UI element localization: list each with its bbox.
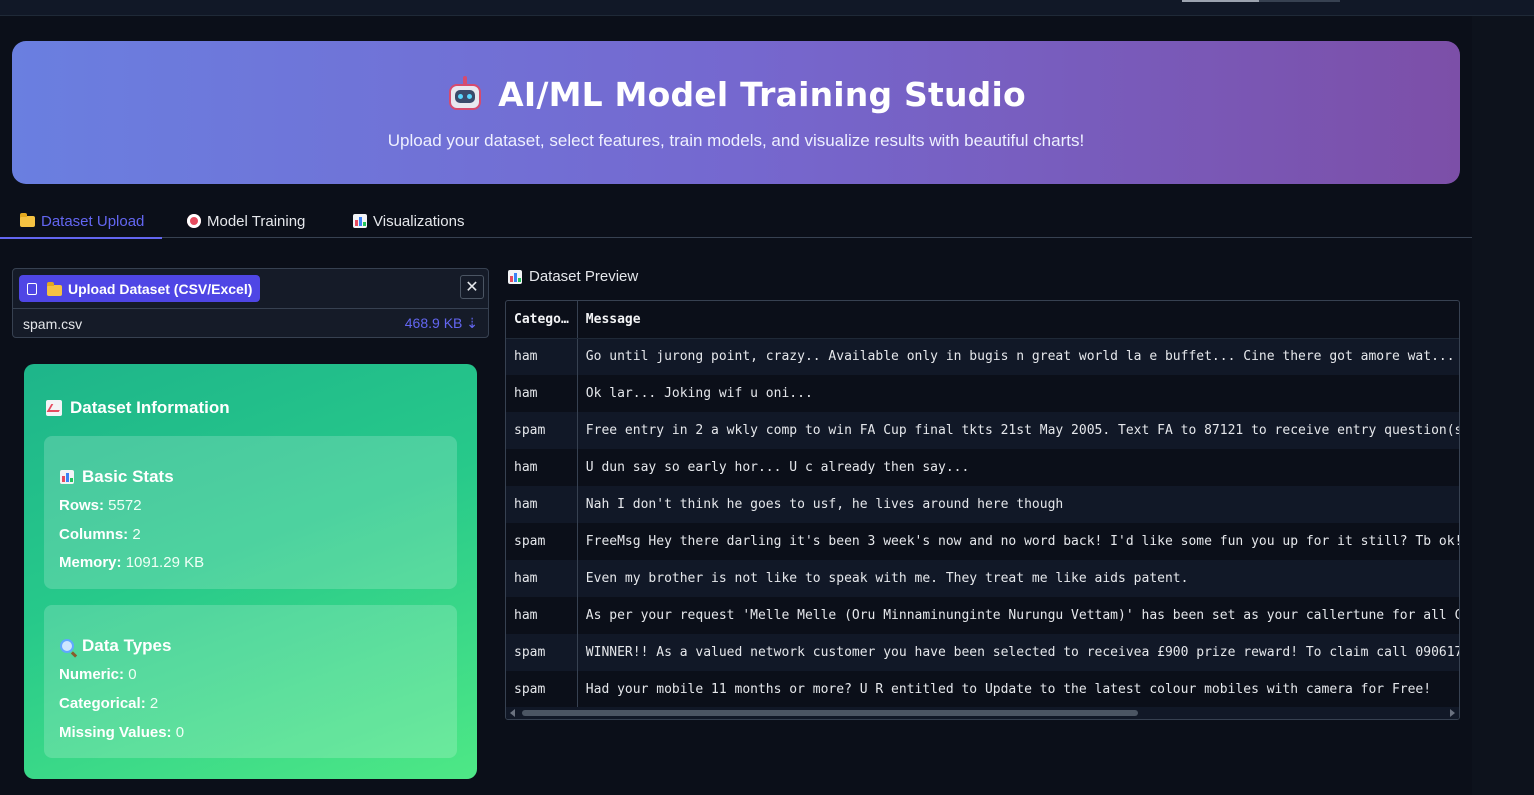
bar-chart-icon [353, 214, 367, 228]
dataset-information-title: Dataset Information [46, 398, 230, 418]
upload-label-text: Upload Dataset (CSV/Excel) [68, 280, 253, 297]
cell-message[interactable]: U dun say so early hor... U c already th… [577, 449, 1459, 486]
cell-category[interactable]: ham [506, 486, 578, 523]
bar-chart-icon [60, 470, 74, 484]
folder-icon [20, 212, 35, 227]
cell-message[interactable]: As per your request 'Melle Melle (Oru Mi… [577, 597, 1459, 634]
table-row: ham Nah I don't think he goes to usf, he … [506, 486, 1459, 523]
bar-chart-icon [508, 269, 522, 284]
file-upload[interactable]: Upload Dataset (CSV/Excel) ✕ spam.csv 46… [12, 268, 489, 338]
table-row: spam WINNER!! As a valued network custome… [506, 634, 1459, 671]
cell-category[interactable]: ham [506, 597, 578, 634]
column-header-message[interactable]: Message [577, 301, 1459, 339]
top-bar-indicator-track [1259, 0, 1340, 2]
right-gutter [1472, 16, 1534, 795]
table-row: ham As per your request 'Melle Melle (Oru… [506, 597, 1459, 634]
dataset-preview-table[interactable]: Catego… Message ham Go until jurong point… [505, 300, 1460, 720]
file-name: spam.csv [23, 315, 83, 332]
browser-top-bar [0, 0, 1534, 16]
cell-message[interactable]: WINNER!! As a valued network customer yo… [577, 634, 1459, 671]
tab-dataset-upload[interactable]: Dataset Upload [0, 204, 163, 239]
tab-label: Model Training [207, 212, 306, 230]
stat-numeric: Numeric: 0 [59, 666, 137, 683]
table-row: ham Even my brother is not like to speak … [506, 560, 1459, 597]
table-header-row: Catego… Message [506, 301, 1459, 339]
stat-columns: Columns: 2 [59, 526, 141, 543]
stat-rows: Rows: 5572 [59, 497, 142, 514]
cell-category[interactable]: spam [506, 634, 578, 671]
cell-category[interactable]: ham [506, 449, 578, 486]
dataset-preview-title: Dataset Preview [508, 268, 638, 285]
data-types-card: Data Types Numeric: 0 Categorical: 2 Mis… [44, 605, 457, 758]
dataset-information-card: Dataset Information Basic Stats Rows: 55… [24, 364, 477, 779]
tab-model-training[interactable]: Model Training [185, 204, 307, 238]
scroll-left-arrow[interactable] [510, 709, 515, 717]
data-types-title: Data Types [60, 636, 171, 656]
stat-memory: Memory: 1091.29 KB [59, 554, 205, 571]
table-row: ham Go until jurong point, crazy.. Availa… [506, 338, 1459, 375]
cell-category[interactable]: ham [506, 560, 578, 597]
table-row: spam Free entry in 2 a wkly comp to win F… [506, 412, 1459, 449]
cell-category[interactable]: spam [506, 523, 578, 560]
close-icon: ✕ [465, 279, 479, 296]
cell-category[interactable]: ham [506, 338, 578, 375]
cell-message[interactable]: Go until jurong point, crazy.. Available… [577, 338, 1459, 375]
stat-categorical: Categorical: 2 [59, 695, 159, 712]
clear-file-button[interactable]: ✕ [460, 275, 484, 299]
cell-category[interactable]: ham [506, 375, 578, 412]
scrollbar-thumb[interactable] [522, 710, 1138, 716]
cell-category[interactable]: spam [506, 412, 578, 449]
file-size-download-link[interactable]: 468.9 KB ⇣ [405, 315, 478, 332]
table-row: spam Had your mobile 11 months or more? U… [506, 671, 1459, 708]
table-row: ham Ok lar... Joking wif u oni... [506, 375, 1459, 412]
tab-bar: Dataset Upload Model Training Visualizat… [0, 204, 1472, 239]
page-title: AI/ML Model Training Studio [498, 74, 1026, 114]
cell-message[interactable]: Nah I don't think he goes to usf, he liv… [577, 486, 1459, 523]
scroll-right-arrow[interactable] [1450, 709, 1455, 717]
folder-icon [47, 281, 62, 296]
hero-banner: AI/ML Model Training Studio Upload your … [12, 41, 1460, 184]
hero-subtitle: Upload your dataset, select features, tr… [387, 131, 1085, 150]
target-icon [187, 214, 201, 228]
tab-visualizations[interactable]: Visualizations [351, 204, 466, 238]
stat-missing-values: Missing Values: 0 [59, 724, 185, 741]
cell-message[interactable]: Free entry in 2 a wkly comp to win FA Cu… [577, 412, 1459, 449]
uploaded-file-row: spam.csv 468.9 KB ⇣ [13, 308, 488, 338]
basic-stats-title: Basic Stats [60, 467, 174, 487]
magnifier-icon [60, 639, 74, 653]
robot-icon [446, 76, 484, 112]
cell-message[interactable]: Ok lar... Joking wif u oni... [577, 375, 1459, 412]
tab-label: Visualizations [373, 212, 465, 230]
cell-category[interactable]: spam [506, 671, 578, 708]
top-bar-indicator [1182, 0, 1259, 2]
basic-stats-card: Basic Stats Rows: 5572 Columns: 2 Memory… [44, 436, 457, 589]
table-row: ham U dun say so early hor... U c already… [506, 449, 1459, 486]
cell-message[interactable]: FreeMsg Hey there darling it's been 3 we… [577, 523, 1459, 560]
column-header-category[interactable]: Catego… [506, 301, 578, 339]
table-row: spam FreeMsg Hey there darling it's been … [506, 523, 1459, 560]
cell-message[interactable]: Even my brother is not like to speak wit… [577, 560, 1459, 597]
trend-chart-icon [46, 400, 62, 416]
horizontal-scrollbar[interactable] [506, 707, 1459, 719]
cell-message[interactable]: Had your mobile 11 months or more? U R e… [577, 671, 1459, 708]
file-icon [27, 282, 37, 295]
upload-label[interactable]: Upload Dataset (CSV/Excel) [19, 275, 261, 302]
tab-label: Dataset Upload [41, 212, 145, 230]
